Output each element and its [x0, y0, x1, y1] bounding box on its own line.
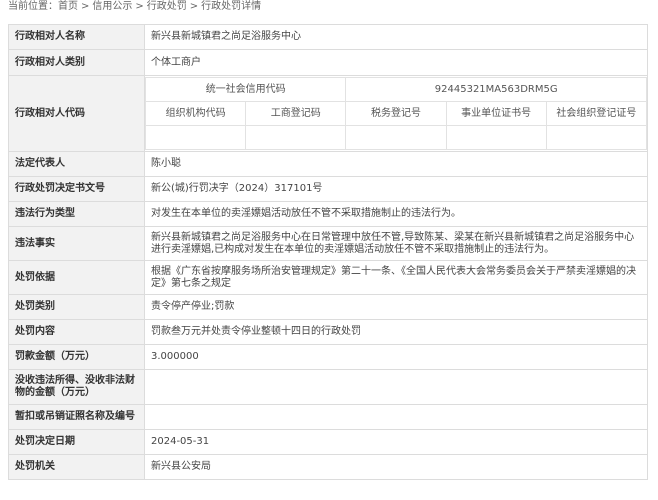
breadcrumb-penalty-link[interactable]: 行政处罚: [147, 1, 187, 12]
credit-code-value: 92445321MA563DRM5G: [345, 77, 647, 102]
row-amount: 罚款金额（万元） 3.000000: [8, 344, 648, 370]
label-content: 处罚内容: [8, 319, 145, 345]
row-license: 暂扣或吊销证照名称及编号: [8, 404, 648, 430]
breadcrumb-current: 行政处罚详情: [201, 1, 262, 12]
breadcrumb: 当前位置：首页 > 信用公示 > 行政处罚 > 行政处罚详情: [8, 0, 261, 16]
value-penalty-type: 责令停产停业;罚款: [144, 294, 648, 320]
codes-table: 统一社会信用代码 92445321MA563DRM5G 组织机构代码 工商登记码…: [144, 77, 648, 150]
value-name: 新兴县新城镇君之尚足浴服务中心: [144, 24, 648, 50]
label-decision-date: 处罚决定日期: [8, 429, 145, 455]
row-legal-rep: 法定代表人 陈小聪: [8, 151, 648, 177]
breadcrumb-prefix: 当前位置：: [8, 1, 58, 12]
code-values-row: [144, 125, 648, 150]
value-violation-type: 对发生在本单位的卖淫嫖娼活动放任不管不采取措施制止的违法行为。: [144, 201, 648, 227]
code-value: [345, 125, 447, 150]
label-authority: 处罚机关: [8, 454, 145, 480]
label-decision-no: 行政处罚决定书文号: [8, 176, 145, 202]
code-header: 工商登记码: [245, 101, 347, 126]
value-license: [144, 404, 648, 430]
code-header: 税务登记号: [345, 101, 447, 126]
row-codes: 行政相对人代码 统一社会信用代码 92445321MA563DRM5G 组织机构…: [8, 75, 648, 152]
label-name: 行政相对人名称: [8, 24, 145, 50]
breadcrumb-credit-link[interactable]: 信用公示: [92, 1, 132, 12]
code-header: 事业单位证书号: [445, 101, 547, 126]
credit-code-row: 统一社会信用代码 92445321MA563DRM5G: [144, 77, 647, 102]
label-penalty-type: 处罚类别: [8, 294, 145, 320]
row-facts: 违法事实 新兴县新城镇君之尚足浴服务中心在日常管理中放任不管,导致陈某、梁某在新…: [8, 226, 648, 261]
value-basis: 根据《广东省按摩服务场所治安管理规定》第二十一条、《全国人民代表大会常务委员会关…: [144, 260, 648, 295]
code-value: [445, 125, 547, 150]
codes-cell: 统一社会信用代码 92445321MA563DRM5G 组织机构代码 工商登记码…: [144, 75, 648, 152]
row-content: 处罚内容 罚款叁万元并处责令停业整顿十四日的行政处罚: [8, 319, 648, 345]
value-facts: 新兴县新城镇君之尚足浴服务中心在日常管理中放任不管,导致陈某、梁某在新兴县新城镇…: [144, 226, 648, 261]
row-violation-type: 违法行为类型 对发生在本单位的卖淫嫖娼活动放任不管不采取措施制止的违法行为。: [8, 201, 648, 227]
value-authority: 新兴县公安局: [144, 454, 648, 480]
label-license: 暂扣或吊销证照名称及编号: [8, 404, 145, 430]
row-category: 行政相对人类别 个体工商户: [8, 49, 648, 76]
value-amount: 3.000000: [144, 344, 648, 370]
value-category: 个体工商户: [144, 49, 648, 76]
penalty-detail-table: 行政相对人名称 新兴县新城镇君之尚足浴服务中心 行政相对人类别 个体工商户 行政…: [8, 24, 648, 480]
label-codes: 行政相对人代码: [8, 75, 145, 152]
label-legal-rep: 法定代表人: [8, 151, 145, 177]
row-authority: 处罚机关 新兴县公安局: [8, 454, 648, 480]
row-decision-date: 处罚决定日期 2024-05-31: [8, 429, 648, 455]
breadcrumb-separator: >: [189, 1, 199, 12]
row-penalty-type: 处罚类别 责令停产停业;罚款: [8, 294, 648, 320]
breadcrumb-separator: >: [81, 1, 90, 12]
code-header: 社会组织登记证号: [545, 101, 648, 126]
row-basis: 处罚依据 根据《广东省按摩服务场所治安管理规定》第二十一条、《全国人民代表大会常…: [8, 260, 648, 295]
credit-code-label: 统一社会信用代码: [144, 77, 347, 102]
row-decision-no: 行政处罚决定书文号 新公(城)行罚决字（2024）317101号: [8, 176, 648, 202]
row-name: 行政相对人名称 新兴县新城镇君之尚足浴服务中心: [8, 24, 648, 50]
breadcrumb-home-link[interactable]: 首页: [58, 1, 78, 12]
code-header: 组织机构代码: [144, 101, 247, 126]
label-violation-type: 违法行为类型: [8, 201, 145, 227]
label-category: 行政相对人类别: [8, 49, 145, 76]
label-confiscated: 没收违法所得、没收非法财物的金额（万元）: [8, 369, 145, 405]
label-amount: 罚款金额（万元）: [8, 344, 145, 370]
code-value: [245, 125, 347, 150]
code-value: [545, 125, 648, 150]
code-value: [144, 125, 247, 150]
label-basis: 处罚依据: [8, 260, 145, 295]
value-decision-no: 新公(城)行罚决字（2024）317101号: [144, 176, 648, 202]
label-facts: 违法事实: [8, 226, 145, 261]
value-legal-rep: 陈小聪: [144, 151, 648, 177]
value-content: 罚款叁万元并处责令停业整顿十四日的行政处罚: [144, 319, 648, 345]
value-confiscated: [144, 369, 648, 405]
code-headers-row: 组织机构代码 工商登记码 税务登记号 事业单位证书号 社会组织登记证号: [144, 101, 648, 126]
row-confiscated: 没收违法所得、没收非法财物的金额（万元）: [8, 369, 648, 405]
breadcrumb-separator: >: [135, 1, 144, 12]
value-decision-date: 2024-05-31: [144, 429, 648, 455]
